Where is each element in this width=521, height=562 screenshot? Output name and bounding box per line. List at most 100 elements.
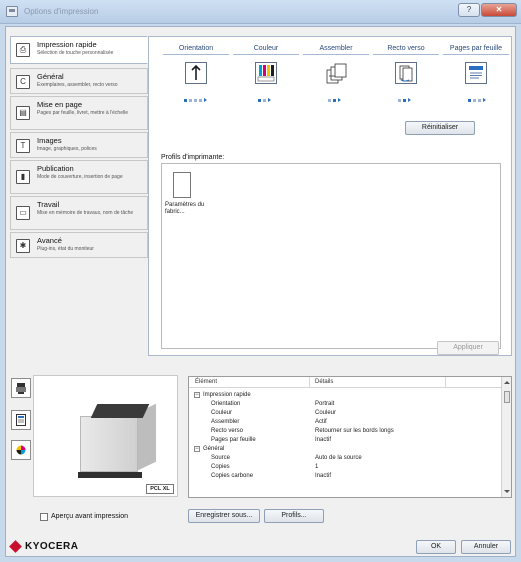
column-collate: Assembler [319,45,353,52]
nav-item-subtitle: Pages par feuille, livret, mettre à l'éc… [37,110,128,116]
details-row[interactable]: Copies carbone Inactif [189,472,503,481]
quick-print-icon: ⎙ [16,43,30,57]
help-button[interactable]: ? [458,3,480,17]
nav-item-title: Avancé [37,236,62,245]
scroll-up-icon[interactable] [504,381,510,384]
nav-item-quick-print[interactable]: ⎙ Impression rapide Sélection de touche … [10,36,148,64]
detail-key: Assembler [211,419,240,425]
profiles-button[interactable]: Profils... [264,509,324,523]
details-scrollbar[interactable] [501,377,511,497]
layout-icon: ▤ [16,106,30,120]
save-as-button[interactable]: Enregistrer sous... [188,509,260,523]
color-selector[interactable] [258,97,271,102]
kyocera-logo-text: KYOCERA [25,541,79,552]
column-pages-per-sheet: Pages par feuille [449,45,503,52]
detail-value: Retourner sur les bords longs [315,428,394,434]
nav-item-title: Travail [37,200,60,209]
nav-item-advanced[interactable]: ✱ Avancé Plug-ins, état du moniteur [10,232,148,258]
advanced-icon: ✱ [16,239,30,253]
detail-value: Inactif [315,473,332,479]
detail-value: Auto de la source [315,455,362,461]
title-bar: Options d'impression ? ✕ [0,0,521,24]
profile-factory-defaults[interactable]: Paramètres du fabric... [165,202,211,216]
nav-item-title: Général [37,72,64,81]
column-divider [233,54,299,55]
details-row[interactable]: Recto verso Retourner sur les bords long… [189,427,503,436]
column-orientation: Orientation [178,45,214,52]
detail-key: Impression rapide [203,392,251,398]
printer-view-tab[interactable] [11,378,31,398]
job-icon: ▭ [16,206,30,220]
page-view-tab[interactable] [11,410,31,430]
duplex-icon[interactable] [395,62,417,84]
profiles-label: Profils d'imprimante: [161,154,225,161]
collate-selector[interactable] [328,97,341,102]
collapse-icon[interactable]: − [194,392,200,398]
details-row[interactable]: Orientation Portrait [189,400,503,409]
detail-key: Copies carbone [211,473,254,479]
column-item-header[interactable]: Élément [195,379,217,385]
pcl-xl-badge: PCL XL [146,484,174,494]
profile-document-icon[interactable] [173,172,191,198]
detail-key: Général [203,446,225,452]
collate-icon[interactable] [325,62,347,84]
profiles-list: Paramètres du fabric... [161,163,501,349]
details-group-row[interactable]: − Impression rapide [189,391,503,400]
window-title: Options d'impression [24,7,99,16]
nav-item-layout[interactable]: ▤ Mise en page Pages par feuille, livret… [10,96,148,130]
details-row[interactable]: Source Auto de la source [189,454,503,463]
nav-item-title: Mise en page [37,100,83,109]
color-cmyk-icon[interactable] [255,62,277,84]
column-divider [303,54,369,55]
detail-key: Couleur [211,410,233,416]
nav-item-subtitle: Image, graphiques, polices [37,146,97,152]
detail-value: Portrait [315,401,335,407]
publication-icon: ▮ [16,170,30,184]
general-icon: C [16,75,30,89]
column-divider [373,54,439,55]
details-row[interactable]: Copies 1 [189,463,503,472]
column-details-header[interactable]: Détails [315,379,333,385]
ok-button[interactable]: OK [416,540,456,554]
pages-per-sheet-selector[interactable] [468,97,486,102]
close-button[interactable]: ✕ [481,3,517,17]
nav-item-title: Impression rapide [37,40,97,49]
pages-per-sheet-icon[interactable] [465,62,487,84]
scroll-down-icon[interactable] [504,490,510,493]
detail-key: Copies [211,464,230,470]
details-row[interactable]: Assembler Actif [189,418,503,427]
nav-item-job[interactable]: ▭ Travail Mise en mémoire de travaux, no… [10,196,148,230]
printer-preview: PCL XL [33,375,178,497]
apply-button[interactable]: Appliquer [437,341,499,355]
color-view-tab[interactable] [11,440,31,460]
duplex-selector[interactable] [398,97,411,102]
printer-image [80,416,138,472]
nav-item-title: Images [37,136,62,145]
printer-image [90,404,150,418]
nav-item-general[interactable]: C Général Exemplaires, assembler, recto … [10,68,148,94]
column-divider [443,54,509,55]
reset-button[interactable]: Réinitialiser [405,121,475,135]
preview-checkbox-label: Aperçu avant impression [51,513,129,520]
detail-key: Source [211,455,231,461]
details-row[interactable]: Pages par feuille Inactif [189,436,503,445]
scroll-thumb[interactable] [504,391,510,403]
preview-checkbox[interactable] [40,513,48,521]
printer-app-icon [6,6,18,17]
orientation-portrait-icon[interactable] [185,62,207,84]
orientation-selector[interactable] [184,97,207,102]
detail-value: Inactif [315,437,332,443]
detail-value: Actif [315,419,327,425]
details-row[interactable]: Couleur Couleur [189,409,503,418]
quick-print-panel: Orientation Couleur Assembler Recto vers… [148,36,512,356]
collapse-icon[interactable]: − [194,446,200,452]
details-group-row[interactable]: − Général [189,445,503,454]
cancel-button[interactable]: Annuler [461,540,511,554]
nav-item-images[interactable]: T Images Image, graphiques, polices [10,132,148,158]
nav-item-publication[interactable]: ▮ Publication Mode de couverture, insert… [10,160,148,194]
nav-item-subtitle: Mise en mémoire de travaux, nom de tâche [37,210,134,216]
detail-value: 1 [315,464,319,470]
detail-key: Orientation [211,401,241,407]
settings-details-list: Élément Détails − Impression rapide Orie… [188,376,512,498]
nav-item-subtitle: Exemplaires, assembler, recto verso [37,82,118,88]
